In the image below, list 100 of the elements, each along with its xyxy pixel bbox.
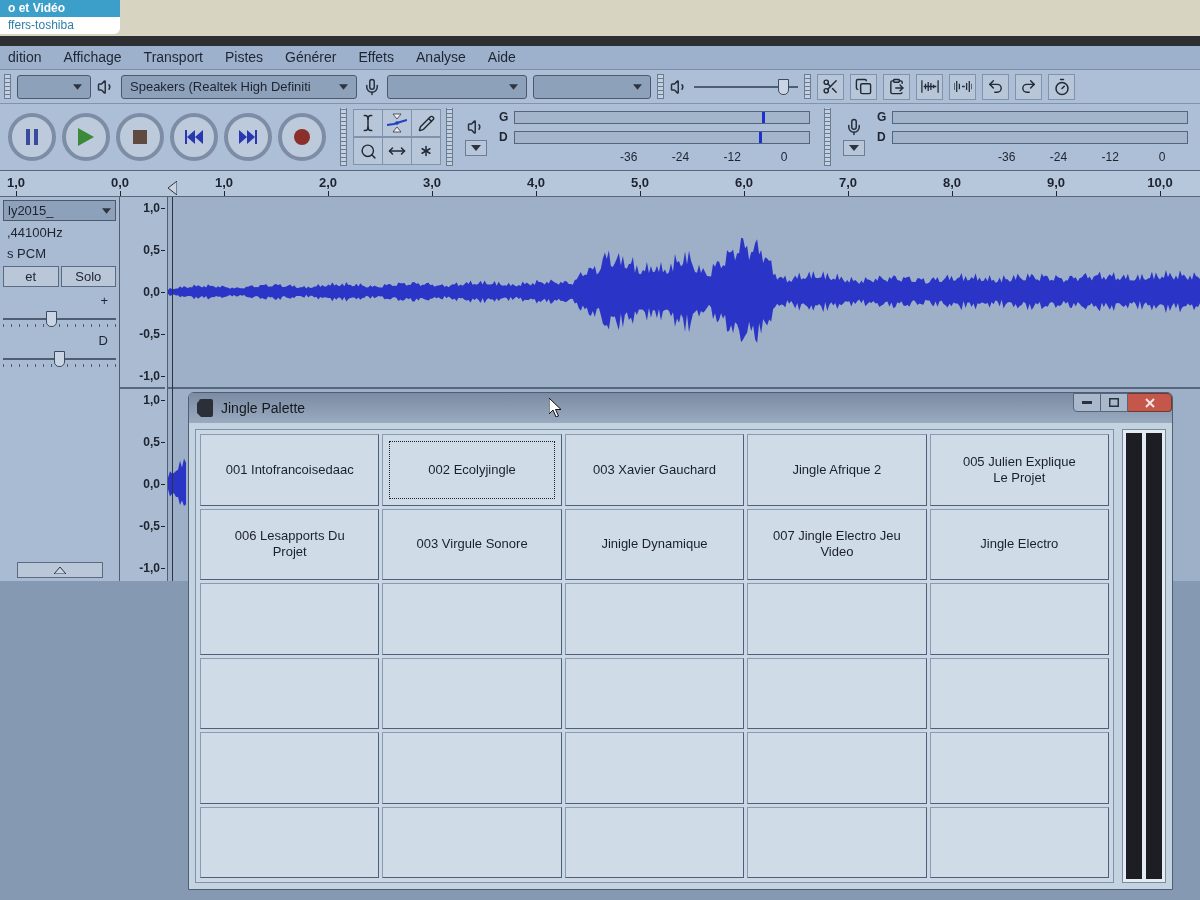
paste-button[interactable]	[883, 73, 910, 100]
ruler-label: 1,0	[6, 175, 26, 191]
ruler-label: 10,0	[1147, 175, 1173, 191]
caret-icon	[339, 83, 348, 90]
toolbar-grip[interactable]	[340, 108, 347, 166]
undo-button[interactable]	[982, 73, 1009, 100]
minimize-icon	[1082, 401, 1092, 404]
caret-icon	[471, 145, 481, 151]
record-button[interactable]	[278, 113, 326, 161]
collapse-button[interactable]	[16, 562, 103, 578]
cut-button[interactable]	[817, 73, 844, 100]
clipboard-icon	[888, 78, 905, 95]
ruler-label: 9,0	[1046, 175, 1066, 191]
skip-to-start-button[interactable]	[170, 113, 218, 161]
jingle-button[interactable]: Jinigle Dynamique	[564, 508, 745, 580]
play-button[interactable]	[62, 113, 110, 161]
menu-item[interactable]: Analyse	[416, 47, 466, 68]
caret-icon	[849, 145, 859, 151]
toolbar-grip[interactable]	[657, 74, 664, 99]
jingle-button[interactable]: 002 Ecolyjingle	[382, 434, 562, 506]
caret-icon	[633, 83, 642, 90]
amplitude-label: -1,0	[139, 368, 160, 385]
multi-tool-button[interactable]	[411, 137, 441, 165]
amplitude-label: -1,0	[139, 560, 160, 577]
amplitude-label: -0,5	[139, 326, 160, 343]
palette-app-icon	[197, 399, 213, 417]
redo-button[interactable]	[1015, 73, 1042, 100]
pause-button[interactable]	[8, 113, 56, 161]
playhead-icon[interactable]	[168, 181, 177, 195]
menu-item[interactable]: Transport	[143, 47, 203, 68]
timer-button[interactable]	[1048, 73, 1075, 100]
menu-item[interactable]: dition	[8, 47, 42, 68]
sticker-text: o et Vidéo	[0, 0, 120, 17]
menu-item[interactable]: Effets	[358, 47, 394, 68]
stop-button[interactable]	[116, 113, 164, 161]
jingle-button[interactable]: Jingle Afrique 2	[747, 434, 927, 506]
jingle-button[interactable]: 005 Julien Explique Le Projet	[929, 434, 1109, 506]
meter-channel-label: D	[877, 129, 887, 146]
up-triangle-icon	[53, 566, 66, 574]
jingle-button[interactable]: 003 Virgule Sonore	[382, 508, 562, 580]
volume-slider[interactable]	[694, 78, 798, 95]
toolbar-grip[interactable]	[804, 74, 811, 99]
caret-icon	[509, 83, 518, 90]
channels-dropdown[interactable]	[533, 74, 651, 99]
toolbar-grip[interactable]	[824, 108, 831, 166]
selection-tool-button[interactable]	[353, 109, 383, 137]
menu-item[interactable]: Pistes	[225, 47, 264, 68]
time-shift-tool-button[interactable]	[382, 137, 412, 165]
redo-icon	[1020, 78, 1037, 95]
stopwatch-icon	[1052, 77, 1071, 96]
mouse-pointer-icon	[549, 398, 561, 417]
pause-icon	[25, 129, 39, 145]
close-button[interactable]	[1128, 393, 1172, 412]
minimize-button[interactable]	[1073, 393, 1101, 412]
sticker-text: ffers-toshiba	[7, 17, 75, 33]
stop-icon	[133, 130, 147, 144]
slider-thumb[interactable]	[54, 351, 65, 367]
jingle-button[interactable]: 003 Xavier Gauchard	[564, 434, 745, 506]
track-toggle-button[interactable]: et	[3, 266, 59, 287]
meter-scale-label: -24	[671, 149, 690, 166]
zoom-tool-button[interactable]	[353, 137, 383, 165]
pan-slider[interactable]	[3, 351, 116, 367]
toolbar-grip[interactable]	[446, 108, 453, 166]
track-toggle-button[interactable]: Solo	[60, 266, 116, 287]
skip-to-end-button[interactable]	[224, 113, 272, 161]
jingle-button[interactable]: 007 Jingle Electro Jeu Video	[747, 508, 927, 580]
caret-icon	[73, 83, 82, 90]
input-device-dropdown[interactable]	[387, 74, 527, 99]
trim-button[interactable]	[916, 73, 943, 100]
amplitude-label: 0,5	[143, 242, 160, 259]
slider-thumb[interactable]	[45, 311, 57, 327]
menu-item[interactable]: Aide	[487, 47, 516, 68]
draw-tool-button[interactable]	[411, 109, 441, 137]
record-icon	[294, 129, 310, 145]
envelope-tool-button[interactable]	[382, 109, 412, 137]
meter-channel-label: G	[877, 109, 888, 126]
meter-scale-label: -24	[1049, 149, 1068, 166]
copy-icon	[855, 78, 872, 95]
copy-button[interactable]	[850, 73, 877, 100]
toolbar-grip[interactable]	[4, 74, 11, 99]
meter-menu-button[interactable]	[465, 140, 487, 156]
gain-slider[interactable]	[3, 311, 116, 327]
play-icon	[78, 128, 94, 146]
jingle-button[interactable]: 006 Lesapports Du Projet	[200, 508, 380, 580]
amplitude-label: 0,0	[143, 476, 160, 493]
slider-thumb[interactable]	[777, 78, 789, 95]
meter-channel-label: G	[499, 109, 510, 126]
jingle-button[interactable]: Jingle Electro	[929, 508, 1109, 580]
jingle-button[interactable]: 001 Intofrancoisedaac	[200, 434, 380, 506]
maximize-button[interactable]	[1101, 393, 1128, 412]
output-device-dropdown[interactable]: Speakers (Realtek High Definiti	[121, 74, 357, 99]
menu-item[interactable]: Affichage	[63, 47, 122, 68]
ruler-label: 2,0	[318, 175, 338, 191]
trim-icon	[920, 80, 939, 93]
amplitude-label: 0,0	[143, 284, 160, 301]
menu-item[interactable]: Générer	[285, 47, 337, 68]
host-dropdown[interactable]	[17, 74, 91, 99]
meter-menu-button[interactable]	[843, 140, 865, 156]
track-name-dropdown[interactable]: ly2015_	[3, 200, 116, 221]
silence-button[interactable]	[949, 73, 976, 100]
